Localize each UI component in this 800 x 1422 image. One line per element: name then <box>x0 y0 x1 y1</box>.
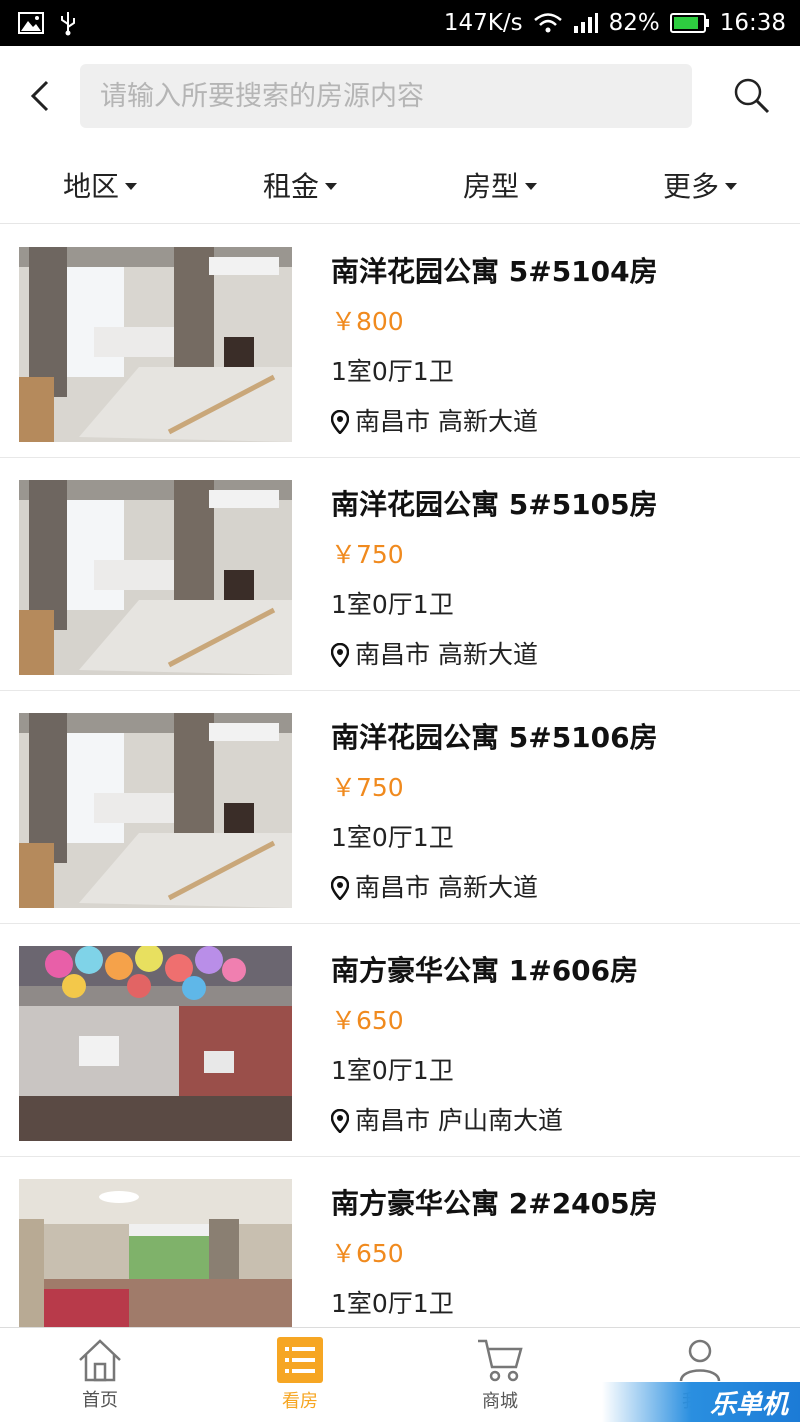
listing-location: 南昌市 高新大道 <box>331 397 790 447</box>
listing-layout: 1室0厅1卫 <box>331 590 454 619</box>
location-text: 南昌市 高新大道 <box>355 640 538 669</box>
bedroom-photo <box>19 247 292 442</box>
listing-price: ￥800 <box>331 307 404 336</box>
listing-location: 南昌市 高新大道 <box>331 630 790 680</box>
location-pin-icon <box>331 1109 349 1133</box>
caret-down-icon <box>525 183 537 190</box>
listing-title: 南洋花园公寓 5#5106房 <box>331 721 658 754</box>
watermark-text: 乐单机 <box>709 1389 788 1420</box>
nav-label: 看房 <box>282 1391 318 1412</box>
listing-item[interactable]: 南方豪华公寓 1#606房 ￥650 1室0厅1卫 南昌市 庐山南大道 <box>0 924 800 1157</box>
bedroom-photo <box>19 480 292 675</box>
listing-location: 南昌市 庐山南大道 <box>331 1096 790 1146</box>
caret-down-icon <box>325 183 337 190</box>
back-button[interactable] <box>0 46 80 146</box>
filter-label: 租金 <box>262 169 319 203</box>
filter-label: 房型 <box>462 169 519 203</box>
clock: 16:38 <box>719 10 786 36</box>
listing-layout: 1室0厅1卫 <box>331 1056 454 1085</box>
bedroom-photo <box>19 713 292 908</box>
listing-item[interactable]: 南方豪华公寓 2#2405房 ￥650 1室0厅1卫 <box>0 1157 800 1327</box>
nav-home[interactable]: 首页 <box>0 1328 200 1422</box>
usb-icon <box>58 10 78 36</box>
filter-bar: 地区 租金 房型 更多 <box>0 146 800 224</box>
search-header <box>0 46 800 146</box>
listing-location: 南昌市 高新大道 <box>331 863 790 913</box>
battery-percent: 82% <box>608 10 660 36</box>
chevron-left-icon <box>30 80 49 112</box>
caret-down-icon <box>125 183 137 190</box>
location-text: 南昌市 高新大道 <box>355 873 538 902</box>
listing-item[interactable]: 南洋花园公寓 5#5106房 ￥750 1室0厅1卫 南昌市 高新大道 <box>0 691 800 924</box>
home-icon <box>79 1339 121 1382</box>
watermark-logo: 乐单机 <box>602 1382 800 1422</box>
nav-label: 首页 <box>82 1390 118 1411</box>
nav-browse[interactable]: 看房 <box>200 1328 400 1422</box>
battery-icon <box>669 12 710 34</box>
listing-item[interactable]: 南洋花园公寓 5#5104房 ￥800 1室0厅1卫 南昌市 高新大道 <box>0 225 800 458</box>
location-pin-icon <box>331 876 349 900</box>
location-text: 南昌市 高新大道 <box>355 407 538 436</box>
cart-icon <box>478 1339 523 1382</box>
listing-price: ￥650 <box>331 1239 404 1268</box>
listing-price: ￥650 <box>331 1006 404 1035</box>
balloon-room-photo <box>19 946 292 1141</box>
gallery-icon <box>18 12 44 34</box>
room-photo <box>19 1179 292 1327</box>
user-icon <box>679 1339 721 1382</box>
listing-layout: 1室0厅1卫 <box>331 823 454 852</box>
nav-label: 商城 <box>482 1391 518 1412</box>
filter-room-type[interactable]: 房型 <box>400 146 600 223</box>
listing-layout: 1室0厅1卫 <box>331 1289 454 1318</box>
filter-more[interactable]: 更多 <box>600 146 800 223</box>
filter-label: 更多 <box>662 169 719 203</box>
listing-title: 南洋花园公寓 5#5105房 <box>331 488 658 521</box>
wifi-icon <box>533 12 563 34</box>
listing-price: ￥750 <box>331 773 404 802</box>
listing-title: 南方豪华公寓 2#2405房 <box>331 1187 658 1220</box>
status-bar: 147K/s 82% 16:38 <box>0 0 800 46</box>
caret-down-icon <box>725 183 737 190</box>
filter-label: 地区 <box>62 169 119 203</box>
listing-title: 南方豪华公寓 1#606房 <box>331 954 639 987</box>
listing-item[interactable]: 南洋花园公寓 5#5105房 ￥750 1室0厅1卫 南昌市 高新大道 <box>0 458 800 691</box>
filter-region[interactable]: 地区 <box>0 146 200 223</box>
search-box[interactable] <box>80 64 692 128</box>
location-text: 南昌市 庐山南大道 <box>355 1106 563 1135</box>
location-pin-icon <box>331 410 349 434</box>
listing-price: ￥750 <box>331 540 404 569</box>
listing-title: 南洋花园公寓 5#5104房 <box>331 255 658 288</box>
listing-list: 南洋花园公寓 5#5104房 ￥800 1室0厅1卫 南昌市 高新大道 南洋花园… <box>0 225 800 1327</box>
search-input[interactable] <box>100 80 692 112</box>
location-pin-icon <box>331 643 349 667</box>
listing-layout: 1室0厅1卫 <box>331 357 454 386</box>
search-button[interactable] <box>712 66 792 126</box>
list-icon <box>277 1337 323 1383</box>
search-icon <box>734 78 770 114</box>
nav-mall[interactable]: 商城 <box>400 1328 600 1422</box>
network-speed: 147K/s <box>443 10 523 36</box>
signal-icon <box>573 12 599 34</box>
filter-rent[interactable]: 租金 <box>200 146 400 223</box>
